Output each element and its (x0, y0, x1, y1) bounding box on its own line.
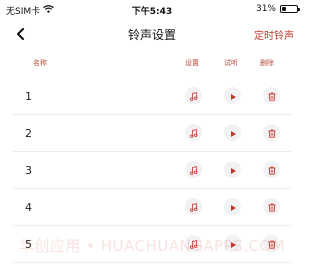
status-right: 31% (255, 4, 300, 14)
ringtone-list: 1 2 3 4 5 (0, 78, 304, 263)
music-note-icon (189, 160, 198, 179)
play-icon (229, 234, 237, 253)
battery-icon (280, 5, 300, 13)
set-ringtone-button[interactable] (185, 87, 202, 104)
header-delete: 删除 (260, 59, 274, 67)
list-item: 3 (12, 152, 292, 189)
set-ringtone-button[interactable] (185, 124, 202, 141)
list-item: 1 (12, 78, 292, 115)
trash-icon (268, 160, 276, 179)
list-item: 2 (12, 115, 292, 152)
ringtone-name: 1 (25, 90, 32, 103)
battery-percent: 31% (255, 4, 276, 14)
set-ringtone-button[interactable] (185, 161, 202, 178)
ringtone-name: 3 (25, 164, 32, 177)
set-ringtone-button[interactable] (185, 235, 202, 252)
trash-icon (268, 234, 276, 253)
battery-level (282, 7, 286, 11)
play-icon (229, 86, 237, 105)
play-icon (229, 197, 237, 216)
trash-icon (268, 197, 276, 216)
music-note-icon (189, 197, 198, 216)
delete-button[interactable] (263, 235, 280, 252)
header-set: 设置 (185, 59, 199, 67)
set-ringtone-button[interactable] (185, 198, 202, 215)
navigation-bar: 铃声设置 定时铃声 (0, 20, 304, 48)
play-icon (229, 123, 237, 142)
preview-play-button[interactable] (224, 87, 241, 104)
list-item: 4 (12, 189, 292, 226)
header-name: 名称 (33, 59, 47, 67)
delete-button[interactable] (263, 198, 280, 215)
status-bar: 无SIM卡 下午5:43 31% (0, 0, 304, 20)
play-icon (229, 160, 237, 179)
ringtone-name: 2 (25, 127, 32, 140)
preview-play-button[interactable] (224, 161, 241, 178)
preview-play-button[interactable] (224, 198, 241, 215)
preview-play-button[interactable] (224, 124, 241, 141)
music-note-icon (189, 123, 198, 142)
scheduled-ringtone-button[interactable]: 定时铃声 (254, 27, 294, 42)
ringtone-name: 5 (25, 238, 32, 251)
music-note-icon (189, 234, 198, 253)
header-listen: 试听 (224, 59, 238, 67)
delete-button[interactable] (263, 87, 280, 104)
trash-icon (268, 123, 276, 142)
trash-icon (268, 86, 276, 105)
delete-button[interactable] (263, 161, 280, 178)
music-note-icon (189, 86, 198, 105)
ringtone-name: 4 (25, 201, 32, 214)
table-header: 名称 设置 试听 删除 (0, 54, 304, 70)
preview-play-button[interactable] (224, 235, 241, 252)
delete-button[interactable] (263, 124, 280, 141)
list-item: 5 (12, 226, 292, 263)
